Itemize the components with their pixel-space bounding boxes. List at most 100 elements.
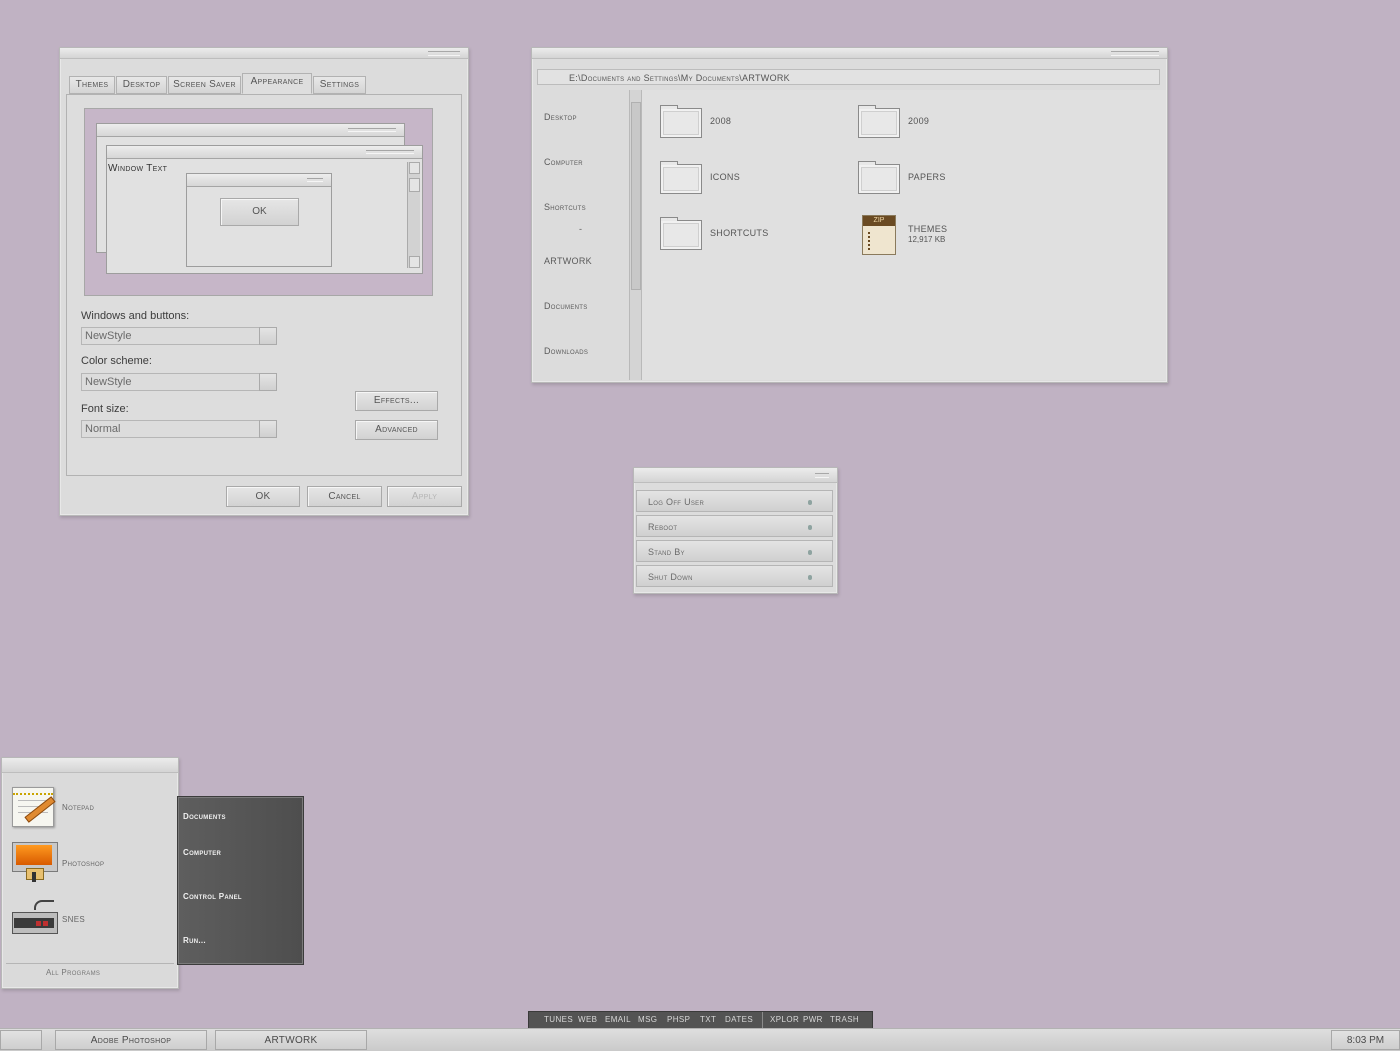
tab-screen-saver[interactable]: Screen Saver	[168, 76, 241, 94]
window-controls[interactable]	[1111, 51, 1159, 56]
folder-name: SHORTCUTS	[710, 228, 769, 238]
taskbar: Adobe Photoshop ARTWORK 8:03 PM	[0, 1028, 1400, 1051]
shutdown-dialog: Log Off User Reboot Stand By Shut Down	[633, 467, 838, 594]
shut-down-label: Shut Down	[648, 572, 693, 582]
shut-down-button[interactable]: Shut Down	[636, 565, 833, 587]
dropdown-arrow-icon[interactable]	[259, 327, 277, 345]
font-size-label: Font size:	[81, 403, 129, 415]
window-controls[interactable]	[428, 51, 460, 56]
log-off-label: Log Off User	[648, 497, 705, 507]
indicator-icon	[808, 550, 812, 555]
stand-by-label: Stand By	[648, 547, 685, 557]
ok-button[interactable]: OK	[226, 486, 300, 507]
sidebar-item-downloads[interactable]: Downloads	[544, 346, 588, 356]
snes-label: SNES	[62, 915, 85, 924]
dock-xplor[interactable]: XPLOR	[770, 1015, 799, 1024]
dock-phsp[interactable]: PHSP	[667, 1015, 690, 1024]
dock-dates[interactable]: DATES	[725, 1015, 753, 1024]
preview-scrollbar	[407, 162, 420, 268]
folder-name: PAPERS	[908, 172, 946, 182]
notepad-icon	[12, 787, 56, 827]
sidebar-separator: -	[579, 224, 582, 234]
file-name: THEMES	[908, 224, 948, 234]
color-scheme-value[interactable]: NewStyle	[81, 373, 264, 391]
stand-by-button[interactable]: Stand By	[636, 540, 833, 562]
folder-name: 2008	[710, 116, 732, 126]
color-scheme-label: Color scheme:	[81, 355, 152, 367]
dock-tunes[interactable]: TUNES	[544, 1015, 573, 1024]
title-bar[interactable]	[60, 48, 468, 59]
game-controller-icon	[12, 900, 58, 938]
folder-icon	[660, 105, 702, 138]
indicator-icon	[808, 500, 812, 505]
explorer-window: E:\Documents and Settings\My Documents\A…	[531, 47, 1168, 383]
cancel-button[interactable]: Cancel	[307, 486, 382, 507]
place-computer[interactable]: Computer	[183, 848, 221, 857]
sidebar-item-documents[interactable]: Documents	[544, 301, 588, 311]
dropdown-arrow-icon[interactable]	[259, 420, 277, 438]
start-menu-header	[2, 758, 178, 773]
scrollbar-thumb[interactable]	[631, 102, 641, 290]
photoshop-label: Photoshop	[62, 859, 105, 868]
folder-icon	[660, 217, 702, 250]
sidebar-scrollbar[interactable]	[629, 90, 642, 380]
folder-name: ICONS	[710, 172, 741, 182]
dock-pwr[interactable]: PWR	[803, 1015, 823, 1024]
all-programs-button[interactable]: All Programs	[6, 963, 174, 981]
start-menu: Notepad Photoshop SNES All Programs	[1, 757, 179, 989]
clock[interactable]: 8:03 PM	[1331, 1030, 1400, 1050]
windows-buttons-select[interactable]: NewStyle	[81, 327, 277, 345]
tab-settings[interactable]: Settings	[313, 76, 366, 94]
photoshop-icon	[12, 842, 58, 882]
appearance-preview: Window Text OK	[84, 108, 433, 296]
sidebar-item-computer[interactable]: Computer	[544, 157, 583, 167]
dropdown-arrow-icon[interactable]	[259, 373, 277, 391]
task-adobe-photoshop[interactable]: Adobe Photoshop	[55, 1030, 207, 1050]
font-size-select[interactable]: Normal	[81, 420, 277, 438]
reboot-button[interactable]: Reboot	[636, 515, 833, 537]
address-bar[interactable]: E:\Documents and Settings\My Documents\A…	[537, 69, 1160, 85]
zip-archive-icon: ZIP	[862, 215, 896, 255]
file-size: 12,917 KB	[908, 235, 946, 244]
dock-msg[interactable]: MSG	[638, 1015, 657, 1024]
indicator-icon	[808, 575, 812, 580]
indicator-icon	[808, 525, 812, 530]
log-off-button[interactable]: Log Off User	[636, 490, 833, 512]
start-button[interactable]	[0, 1030, 42, 1050]
windows-buttons-value[interactable]: NewStyle	[81, 327, 264, 345]
windows-buttons-label: Windows and buttons:	[81, 310, 190, 322]
color-scheme-select[interactable]: NewStyle	[81, 373, 277, 391]
explorer-sidebar: Desktop Computer Shortcuts - ARTWORK Doc…	[532, 90, 629, 378]
folder-icon	[858, 161, 900, 194]
dock-email[interactable]: EMAIL	[605, 1015, 631, 1024]
preview-message-box: OK	[186, 173, 332, 267]
folder-icon	[858, 105, 900, 138]
advanced-button[interactable]: Advanced	[355, 420, 438, 440]
sidebar-item-desktop[interactable]: Desktop	[544, 112, 577, 122]
window-controls[interactable]	[815, 473, 829, 478]
folder-icon	[660, 161, 702, 194]
tab-desktop[interactable]: Desktop	[116, 76, 167, 94]
appearance-panel: Window Text OK Windows and buttons: NewS…	[66, 94, 462, 476]
dock-trash[interactable]: TRASH	[830, 1015, 859, 1024]
title-bar[interactable]	[532, 48, 1167, 59]
sidebar-item-shortcuts[interactable]: Shortcuts	[544, 202, 586, 212]
tab-themes[interactable]: Themes	[69, 76, 115, 94]
notepad-label: Notepad	[62, 803, 95, 812]
place-run[interactable]: Run...	[183, 936, 206, 945]
task-artwork[interactable]: ARTWORK	[215, 1030, 367, 1050]
zip-badge: ZIP	[863, 216, 895, 226]
apply-button[interactable]: Apply	[387, 486, 462, 507]
effects-button[interactable]: Effects...	[355, 391, 438, 411]
dock-txt[interactable]: TXT	[700, 1015, 716, 1024]
font-size-value[interactable]: Normal	[81, 420, 264, 438]
title-bar[interactable]	[634, 468, 837, 483]
place-control-panel[interactable]: Control Panel	[183, 892, 242, 901]
sidebar-item-artwork[interactable]: ARTWORK	[544, 256, 592, 266]
dock-divider	[762, 1012, 763, 1029]
folder-name: 2009	[908, 116, 930, 126]
place-documents[interactable]: Documents	[183, 812, 226, 821]
tab-appearance[interactable]: Appearance	[242, 73, 312, 94]
reboot-label: Reboot	[648, 522, 678, 532]
dock-web[interactable]: WEB	[578, 1015, 597, 1024]
